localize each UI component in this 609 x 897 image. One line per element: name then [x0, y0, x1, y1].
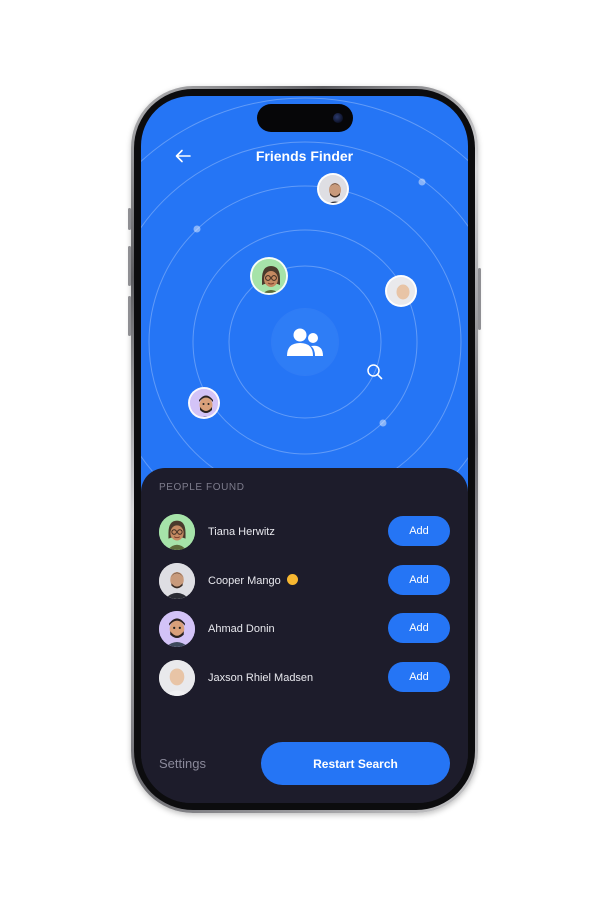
- list-item: Jaxson Rhiel Madsen Add: [159, 658, 450, 698]
- radar-dot: [418, 178, 426, 186]
- avatar-photo: [159, 660, 195, 696]
- avatar: [159, 611, 195, 647]
- person-name: Jaxson Rhiel Madsen: [208, 672, 314, 684]
- add-button[interactable]: Add: [388, 662, 450, 692]
- volume-up-button: [128, 246, 131, 286]
- stage: Friends Finder PEOPLE FOUND Tiana Herwit…: [0, 0, 609, 897]
- settings-link[interactable]: Settings: [159, 756, 206, 771]
- radar-avatar-ahmad[interactable]: [188, 387, 220, 419]
- radar-avatar-tiana[interactable]: [250, 257, 288, 295]
- people-found-panel: PEOPLE FOUND Tiana Herwitz Add Cooper Ma…: [141, 468, 468, 803]
- power-button: [478, 268, 481, 330]
- add-button[interactable]: Add: [388, 565, 450, 595]
- avatar: [159, 514, 195, 550]
- page-title: Friends Finder: [255, 148, 354, 164]
- users-icon: [287, 328, 323, 356]
- avatar: [159, 563, 195, 599]
- person-name: Ahmad Donin: [208, 623, 275, 635]
- restart-search-button[interactable]: Restart Search: [261, 742, 450, 785]
- radar-area: Friends Finder: [141, 96, 468, 496]
- list-item: Cooper Mango Add: [159, 561, 450, 601]
- section-label: PEOPLE FOUND: [159, 482, 245, 493]
- radar-dot: [193, 225, 201, 233]
- phone-screen: Friends Finder PEOPLE FOUND Tiana Herwit…: [141, 96, 468, 803]
- radar-dot: [379, 419, 387, 427]
- add-button[interactable]: Add: [388, 613, 450, 643]
- avatar: [159, 660, 195, 696]
- person-name: Cooper Mango: [208, 575, 281, 587]
- search-icon: [367, 364, 383, 380]
- search-button[interactable]: [365, 362, 385, 382]
- memoji-avatar: [159, 514, 195, 550]
- center-hub: [272, 309, 338, 375]
- list-item: Ahmad Donin Add: [159, 609, 450, 649]
- volume-down-button: [128, 296, 131, 336]
- avatar-photo: [159, 563, 195, 599]
- upside-down-face-icon: [286, 574, 298, 585]
- list-item: Tiana Herwitz Add: [159, 512, 450, 552]
- front-camera: [333, 113, 343, 123]
- person-name: Tiana Herwitz: [208, 526, 275, 538]
- add-button[interactable]: Add: [388, 516, 450, 546]
- memoji-avatar: [159, 611, 195, 647]
- action-button: [128, 208, 131, 230]
- radar-avatar-cooper[interactable]: [317, 173, 349, 205]
- person-name-wrap: Cooper Mango: [208, 573, 298, 589]
- radar-avatar-jaxson[interactable]: [385, 275, 417, 307]
